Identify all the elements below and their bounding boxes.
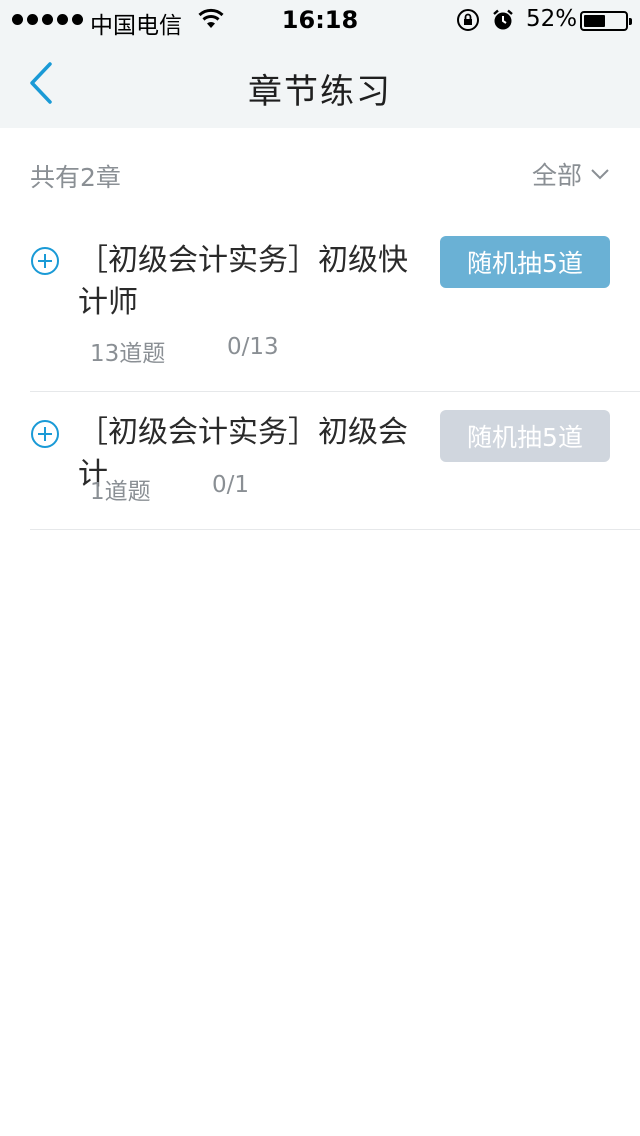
battery-percent: 52% (526, 6, 578, 32)
question-count: 13道题 (90, 341, 166, 367)
status-bar: 中国电信 16:18 52% (0, 0, 640, 40)
screen: 中国电信 16:18 52% 章节练习 共有2章 全部 ［初级会计实务］初级快计… (0, 0, 640, 1136)
chapter-item[interactable]: ［初级会计实务］初级会计 随机抽5道 1道题 0/1 (30, 392, 640, 530)
filter-label: 全部 (531, 161, 582, 190)
page-title: 章节练习 (248, 72, 392, 112)
expand-plus-icon[interactable] (30, 246, 60, 276)
expand-plus-icon[interactable] (30, 419, 60, 449)
orientation-lock-icon (457, 9, 479, 31)
progress-count: 0/13 (227, 334, 279, 360)
filter-dropdown[interactable]: 全部 (532, 156, 610, 192)
chapter-meta: 1道题 0/1 (90, 472, 249, 506)
question-count: 1道题 (90, 479, 151, 505)
random-5-questions-button[interactable]: 随机抽5道 (440, 236, 610, 288)
random-5-questions-button[interactable]: 随机抽5道 (440, 410, 610, 462)
chapter-meta: 13道题 0/13 (90, 334, 279, 368)
chevron-down-icon (591, 169, 609, 180)
chapter-summary-row: 共有2章 全部 (0, 128, 640, 216)
alarm-icon (493, 9, 513, 30)
chapter-item[interactable]: ［初级会计实务］初级快计师 随机抽5道 13道题 0/13 (30, 216, 640, 392)
battery-icon (580, 11, 632, 31)
progress-count: 0/1 (212, 472, 250, 498)
chapter-name: ［初级会计实务］初级快计师 (78, 243, 408, 320)
chapter-count: 共有2章 (30, 163, 121, 192)
navigation-bar: 章节练习 (0, 40, 640, 128)
